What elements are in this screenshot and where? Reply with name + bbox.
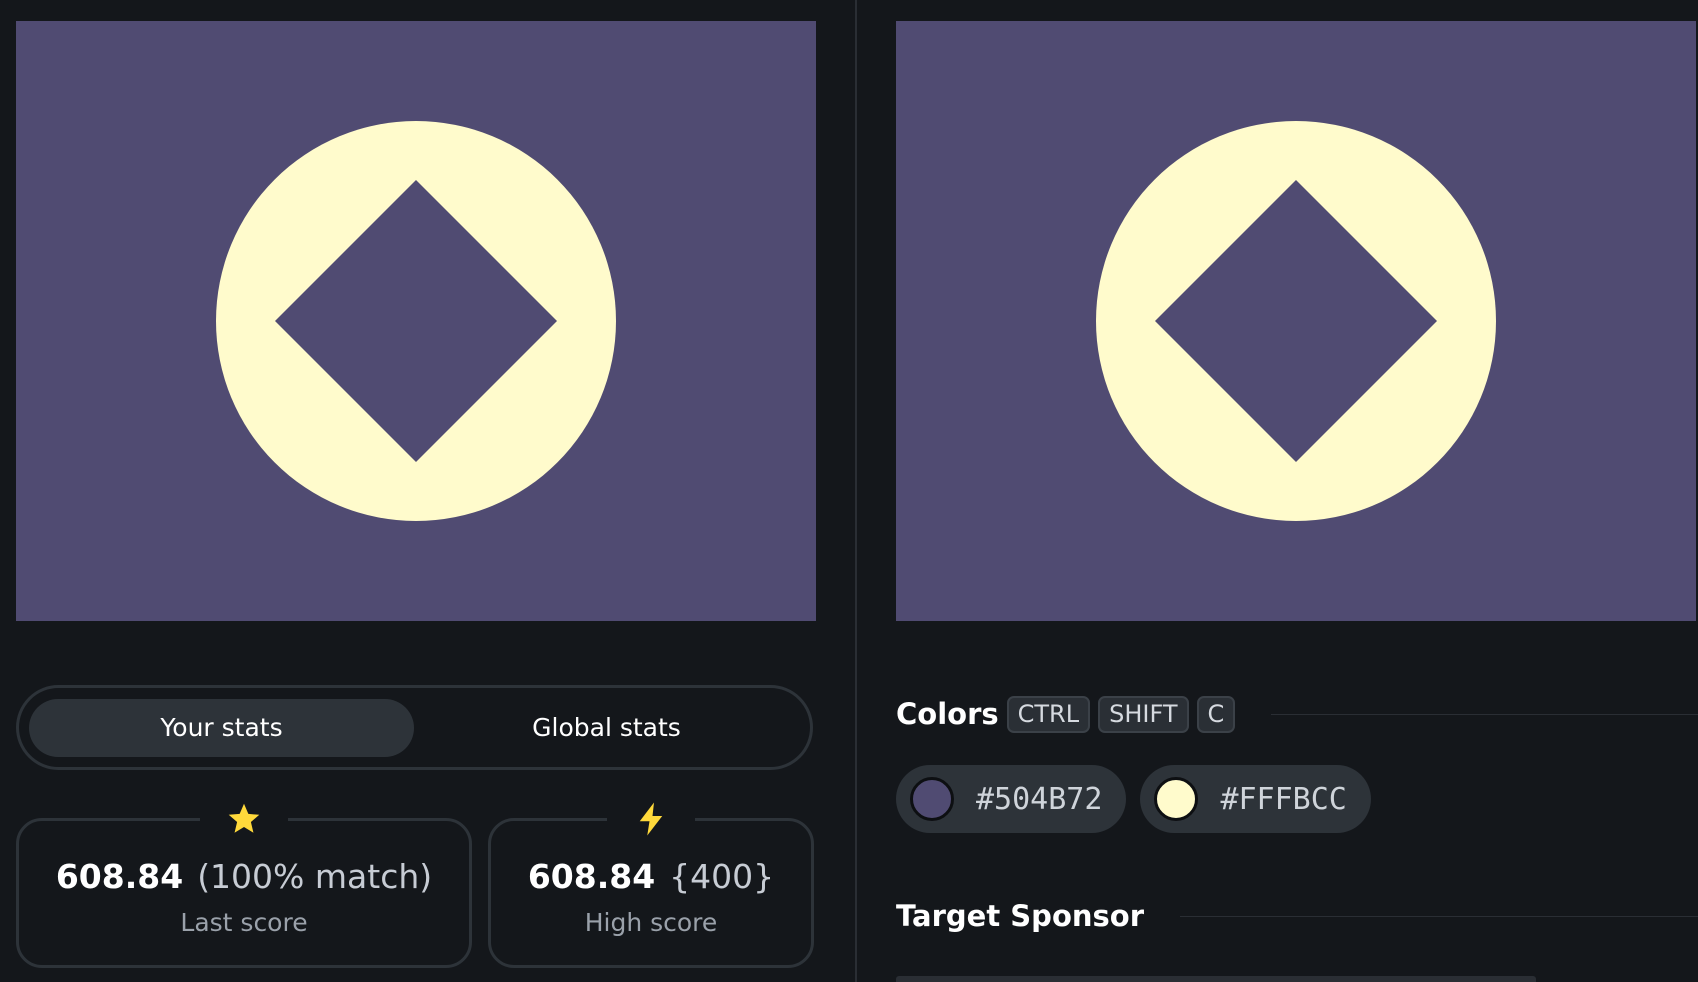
battle-page: Your stats Global stats 608.84 (100% matc… — [0, 0, 1698, 982]
high-score-card: 608.84 {400} High score — [488, 797, 814, 968]
shortcut-key-ctrl: CTRL — [1006, 695, 1091, 733]
colors-header: Colors CTRL SHIFT C — [896, 693, 1698, 735]
swatch-dot — [1154, 777, 1199, 821]
high-score-value: 608.84 — [527, 857, 656, 896]
target-preview-art — [896, 21, 1696, 621]
high-score-line: 608.84 {400} — [528, 857, 774, 896]
color-swatches: #504B72 #FFFBCC — [896, 765, 1385, 833]
sponsor-header: Target Sponsor — [896, 895, 1698, 937]
target-preview — [896, 21, 1696, 621]
column-divider — [855, 0, 857, 982]
star-icon — [200, 797, 288, 841]
swatch-hex: #504B72 — [976, 781, 1103, 817]
sponsor-divider — [1180, 915, 1698, 917]
lightning-icon — [607, 797, 695, 841]
swatch-dot — [910, 777, 954, 821]
color-swatch[interactable]: #FFFBCC — [1140, 765, 1371, 833]
output-preview — [16, 21, 816, 621]
last-score-value: 608.84 — [55, 857, 184, 896]
high-score-chars: {400} — [669, 857, 775, 896]
colors-divider — [1271, 713, 1698, 715]
stats-toggle: Your stats Global stats — [16, 685, 813, 770]
output-column: Your stats Global stats 608.84 (100% matc… — [0, 0, 855, 982]
last-score-line: 608.84 (100% match) — [56, 857, 432, 896]
output-preview-art — [16, 21, 816, 621]
high-score-label: High score — [584, 908, 718, 937]
color-swatch[interactable]: #504B72 — [896, 765, 1127, 833]
swatch-hex: #FFFBCC — [1220, 781, 1347, 817]
last-score-card: 608.84 (100% match) Last score — [16, 797, 472, 968]
shortcut-key-shift: SHIFT — [1098, 695, 1189, 733]
last-score-match: (100% match) — [197, 857, 433, 896]
your-stats-tab[interactable]: Your stats — [29, 698, 414, 757]
sponsor-card-edge — [896, 976, 1536, 982]
colors-title: Colors — [896, 697, 999, 731]
shortcut-key-c: C — [1196, 695, 1236, 733]
sponsor-title: Target Sponsor — [896, 899, 1145, 933]
last-score-label: Last score — [180, 908, 308, 937]
global-stats-tab[interactable]: Global stats — [414, 699, 799, 757]
